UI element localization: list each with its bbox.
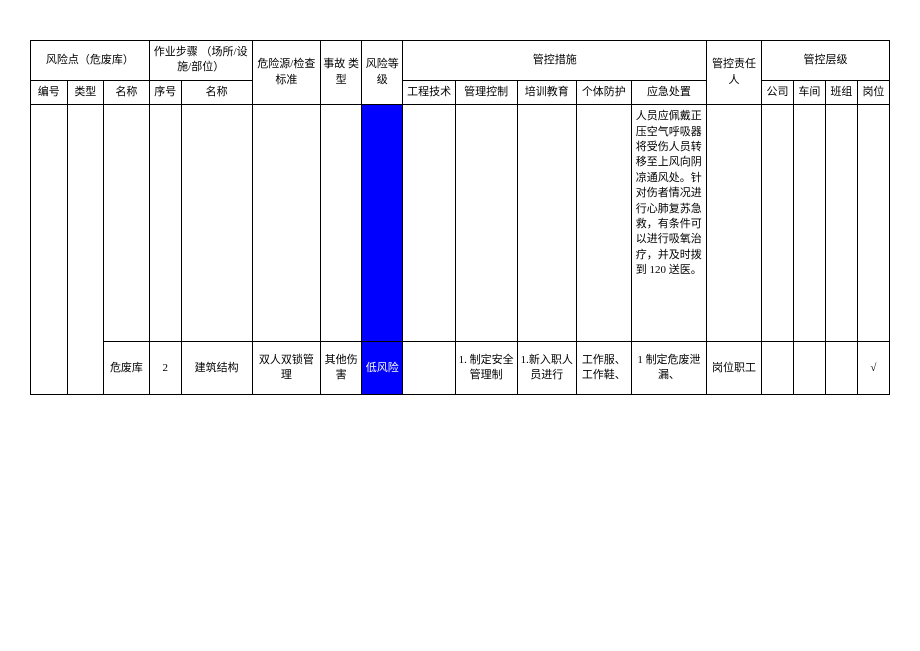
header-name: 名称: [104, 80, 150, 104]
header-ppe: 个体防护: [576, 80, 631, 104]
table-row: 危废库 2 建筑结构 双人双锁管理 其他伤害 低风险 1. 制定安全管理制 1.…: [31, 342, 890, 395]
cell-step-name: 建筑结构: [181, 342, 252, 395]
cell-emerg: 1 制定危废泄漏、: [631, 342, 706, 395]
header-post: 岗位: [857, 80, 889, 104]
cell-workshop: [793, 105, 825, 342]
header-eng: 工程技术: [403, 80, 456, 104]
header-step-name: 名称: [181, 80, 252, 104]
cell-mgmt: 1. 制定安全管理制: [455, 342, 517, 395]
cell-post: √: [857, 342, 889, 395]
header-responsible: 管控责任人: [707, 41, 762, 105]
header-risk-point: 风险点（危废库）: [31, 41, 150, 81]
header-seq: 序号: [149, 80, 181, 104]
header-control-level: 管控层级: [761, 41, 889, 81]
header-control-measure: 管控措施: [403, 41, 707, 81]
cell-eng: [403, 342, 456, 395]
cell-risk-level: [362, 105, 403, 342]
cell-emerg-continuation: 人员应佩戴正压空气呼吸器将受伤人员转移至上风向阴凉通风处。针对伤者情况进行心肺复…: [631, 105, 706, 342]
header-accident-type: 事故 类型: [321, 41, 362, 105]
cell-responsible: 岗位职工: [707, 342, 762, 395]
cell-name: 危废库: [104, 342, 150, 395]
header-hazard-std: 危险源/检查 标准: [252, 41, 321, 105]
cell-accident: [321, 105, 362, 342]
cell-type: [67, 105, 104, 395]
cell-accident: 其他伤害: [321, 342, 362, 395]
cell-ppe: [576, 105, 631, 342]
header-emerg: 应急处置: [631, 80, 706, 104]
cell-mgmt: [455, 105, 517, 342]
header-team: 班组: [825, 80, 857, 104]
header-workshop: 车间: [793, 80, 825, 104]
cell-id: [31, 105, 68, 395]
header-risk-level: 风险等 级: [362, 41, 403, 105]
cell-risk-level: 低风险: [362, 342, 403, 395]
cell-train: [517, 105, 576, 342]
cell-post: [857, 105, 889, 342]
cell-responsible: [707, 105, 762, 342]
header-work-step: 作业步骤 （场所/设施/部位）: [149, 41, 252, 81]
cell-seq: [149, 105, 181, 342]
header-company: 公司: [761, 80, 793, 104]
cell-hazard: 双人双锁管理: [252, 342, 321, 395]
cell-workshop: [793, 342, 825, 395]
header-train: 培训教育: [517, 80, 576, 104]
cell-team: [825, 105, 857, 342]
cell-company: [761, 105, 793, 342]
cell-ppe: 工作服、工作鞋、: [576, 342, 631, 395]
cell-hazard: [252, 105, 321, 342]
cell-team: [825, 342, 857, 395]
cell-name: [104, 105, 150, 342]
risk-control-table: 风险点（危废库） 作业步骤 （场所/设施/部位） 危险源/检查 标准 事故 类型…: [30, 40, 890, 395]
cell-train: 1.新入职人员进行: [517, 342, 576, 395]
header-id: 编号: [31, 80, 68, 104]
cell-seq: 2: [149, 342, 181, 395]
cell-eng: [403, 105, 456, 342]
header-type: 类型: [67, 80, 104, 104]
table-row: 人员应佩戴正压空气呼吸器将受伤人员转移至上风向阴凉通风处。针对伤者情况进行心肺复…: [31, 105, 890, 342]
cell-step-name: [181, 105, 252, 342]
cell-company: [761, 342, 793, 395]
header-mgmt: 管理控制: [455, 80, 517, 104]
